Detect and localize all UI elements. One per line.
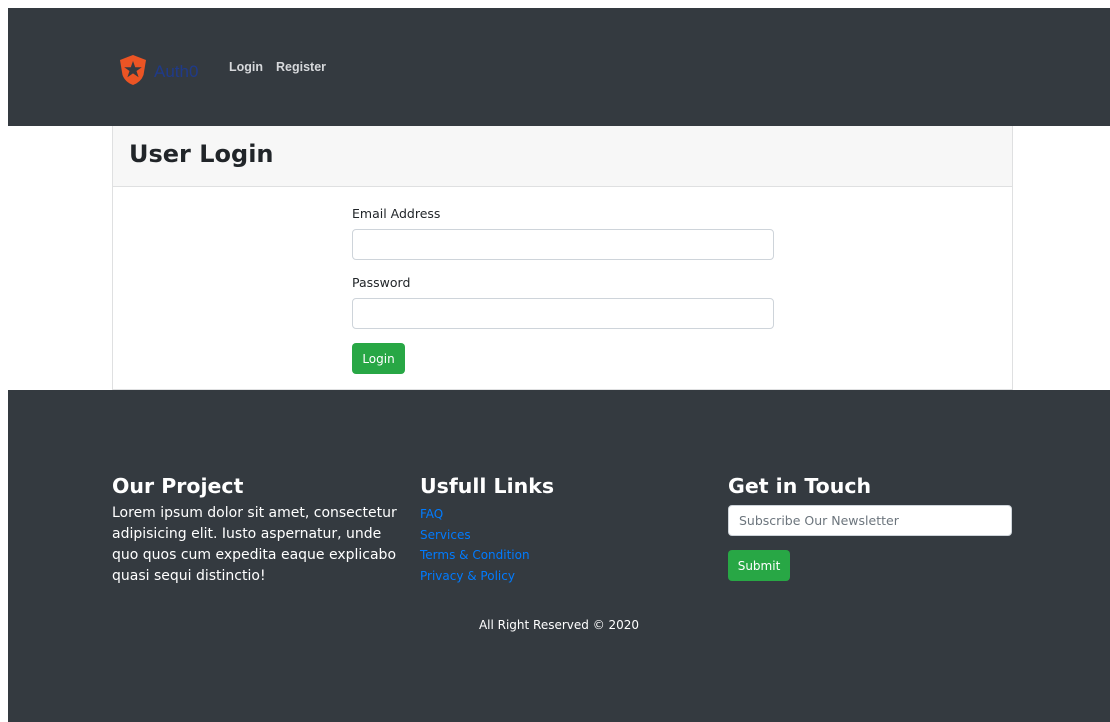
project-heading: Our Project xyxy=(112,474,244,498)
footer: Our Project Lorem ipsum dolor sit amet, … xyxy=(8,390,1110,722)
password-label: Password xyxy=(352,275,411,290)
password-field[interactable] xyxy=(352,298,774,329)
list-item: Terms & Condition xyxy=(420,545,700,566)
top-navbar: Auth0 Login Register xyxy=(8,8,1110,126)
newsletter-input[interactable] xyxy=(728,505,1012,536)
newsletter-submit-button[interactable]: Submit xyxy=(728,550,790,581)
email-field[interactable] xyxy=(352,229,774,260)
list-item: FAQ xyxy=(420,504,700,525)
login-card: User Login Email Address Password Login xyxy=(112,126,1013,390)
brand-logo-link[interactable]: Auth0 xyxy=(116,53,198,87)
email-label: Email Address xyxy=(352,206,441,221)
nav-link-register[interactable]: Register xyxy=(276,60,326,74)
auth0-shield-icon xyxy=(120,55,146,85)
footer-link-faq[interactable]: FAQ xyxy=(420,507,443,521)
links-heading: Usfull Links xyxy=(420,474,555,498)
copyright-text: All Right Reserved © 2020 xyxy=(478,618,640,632)
footer-link-privacy[interactable]: Privacy & Policy xyxy=(420,569,515,583)
footer-link-terms[interactable]: Terms & Condition xyxy=(420,548,530,562)
list-item: Services xyxy=(420,525,700,546)
footer-contact-column: Get in Touch Submit xyxy=(728,474,1013,581)
top-margin xyxy=(0,0,1110,8)
brand-name: Auth0 xyxy=(154,62,199,81)
page-title: User Login xyxy=(129,140,274,168)
project-description: Lorem ipsum dolor sit amet, consectetur … xyxy=(112,505,397,584)
nav-link-login[interactable]: Login xyxy=(229,60,263,74)
footer-link-services[interactable]: Services xyxy=(420,528,471,542)
card-header: User Login xyxy=(113,126,1012,187)
contact-heading: Get in Touch xyxy=(728,474,872,498)
login-button[interactable]: Login xyxy=(352,343,405,374)
footer-link-list: FAQ Services Terms & Condition Privacy &… xyxy=(420,504,700,586)
list-item: Privacy & Policy xyxy=(420,566,700,587)
footer-links-column: Usfull Links FAQ Services Terms & Condit… xyxy=(420,474,700,586)
footer-project-column: Our Project Lorem ipsum dolor sit amet, … xyxy=(112,474,397,587)
